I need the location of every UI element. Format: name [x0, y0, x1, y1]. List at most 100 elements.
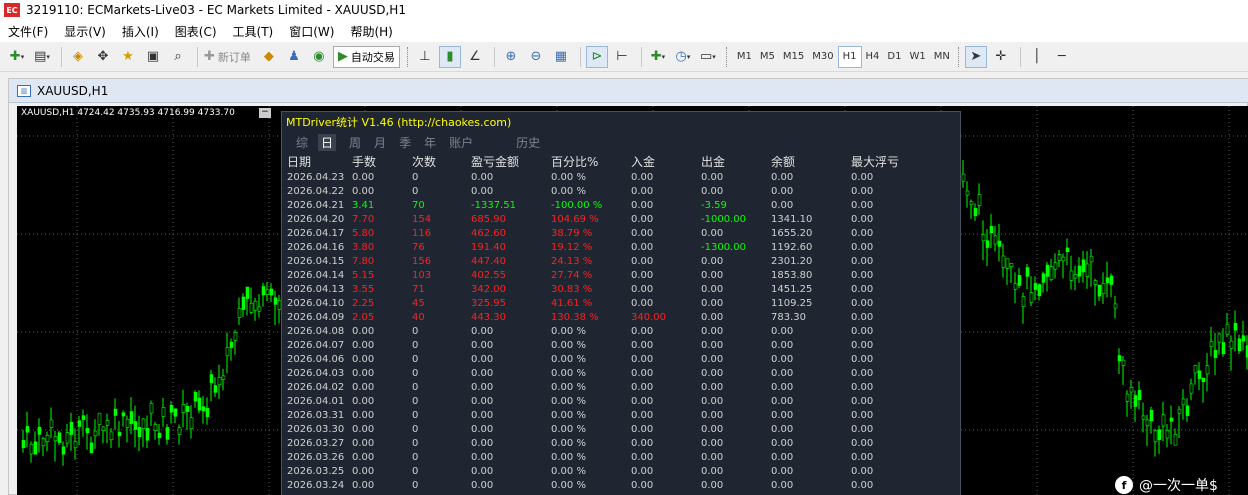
- candle-body: [1133, 395, 1138, 407]
- table-cell: 0.00: [701, 185, 724, 197]
- menu-window[interactable]: 窗口(W): [281, 23, 342, 40]
- table-cell: 0.00: [701, 479, 724, 491]
- market-watch-icon[interactable]: ◈: [67, 46, 89, 68]
- data-window-icon[interactable]: ✥: [92, 46, 114, 68]
- candle-body: [113, 408, 118, 416]
- timeframe-d1[interactable]: D1: [883, 46, 905, 68]
- timeframe-w1[interactable]: W1: [905, 46, 929, 68]
- tab-summary[interactable]: 综: [296, 134, 308, 151]
- candle-body: [1125, 393, 1130, 402]
- auto-scroll-icon[interactable]: ⊳: [585, 45, 608, 68]
- candle-body: [145, 428, 150, 441]
- table-row: 2026.03.30 0.00 0 0.00 0.00 % 0.00 0.00 0.00 0.0…: [282, 422, 960, 436]
- table-cell: 0.00: [771, 479, 794, 491]
- tab-account[interactable]: 账户: [449, 134, 473, 151]
- table-header: 日期 手数 次数 盈亏金额 百分比% 入金 出金 余额 最大浮亏: [282, 152, 960, 170]
- metaeditor-icon[interactable]: ◆: [258, 46, 280, 68]
- tab-monthly[interactable]: 月: [374, 134, 386, 151]
- timeframe-h4[interactable]: H4: [862, 46, 884, 68]
- toolbar-grip: [957, 46, 961, 67]
- line-chart-icon[interactable]: ∠: [464, 46, 486, 68]
- tile-windows-icon[interactable]: ▦: [550, 46, 572, 68]
- table-cell: 0: [412, 353, 419, 365]
- menu-tools[interactable]: 工具(T): [225, 23, 282, 40]
- candle-body: [1029, 292, 1034, 303]
- table-cell: 0.00 %: [551, 171, 586, 183]
- candle-body: [1013, 283, 1018, 290]
- tab-yearly[interactable]: 年: [424, 134, 436, 151]
- strategy-tester-icon[interactable]: ⌕: [167, 46, 189, 68]
- zoom-in-icon[interactable]: ⊕: [500, 46, 522, 68]
- periods-icon[interactable]: ◷ ▾: [672, 46, 694, 68]
- menu-insert[interactable]: 插入(I): [114, 23, 167, 40]
- candle-body: [1033, 283, 1038, 290]
- candle-body: [49, 419, 54, 428]
- timeframe-mn[interactable]: MN: [930, 46, 954, 68]
- tab-quarterly[interactable]: 季: [399, 134, 411, 151]
- new-order-button[interactable]: ✚ 新订单: [203, 46, 255, 68]
- crosshair-icon[interactable]: ✛: [990, 46, 1012, 68]
- bar-chart-icon[interactable]: ⊥: [414, 46, 436, 68]
- candle-body: [1157, 429, 1162, 441]
- menu-help[interactable]: 帮助(H): [342, 23, 400, 40]
- candle-body: [989, 226, 994, 234]
- menu-file[interactable]: 文件(F): [0, 23, 56, 40]
- horizontal-line-icon[interactable]: ─: [1051, 46, 1073, 68]
- table-row: 2026.03.25 0.00 0 0.00 0.00 % 0.00 0.00 0.00 0.0…: [282, 464, 960, 478]
- candle-body: [981, 234, 986, 242]
- app-logo-icon: EC: [4, 3, 20, 17]
- timeframe-m15[interactable]: M15: [779, 46, 808, 68]
- new-chart-icon[interactable]: ✚ ▾: [6, 46, 28, 68]
- table-cell: 41.61 %: [551, 297, 593, 309]
- timeframe-h1[interactable]: H1: [837, 45, 862, 68]
- table-row: 2026.04.14 5.15 103 402.55 27.74 % 0.00 0.00 18…: [282, 268, 960, 282]
- table-cell: 0.00: [631, 367, 654, 379]
- timeframe-m30[interactable]: M30: [808, 46, 837, 68]
- table-row: 2026.04.09 2.05 40 443.30 130.38 % 340.00 0.00…: [282, 310, 960, 324]
- column-header: 日期: [287, 154, 312, 169]
- candlestick-icon[interactable]: ▮: [438, 45, 461, 68]
- table-cell: 3.55: [352, 283, 375, 295]
- candle-body: [201, 406, 206, 412]
- table-row: 2026.04.13 3.55 71 342.00 30.83 % 0.00 0.00 145…: [282, 282, 960, 296]
- vertical-line-icon[interactable]: │: [1026, 46, 1048, 68]
- navigator-icon[interactable]: ★: [117, 46, 139, 68]
- table-row: 2026.03.31 0.00 0 0.00 0.00 % 0.00 0.00 0.00 0.0…: [282, 408, 960, 422]
- table-cell: 0.00: [631, 241, 654, 253]
- radio-icon[interactable]: ◉: [308, 46, 330, 68]
- candle-body: [1049, 266, 1054, 280]
- chart-window-title: XAUUSD,H1: [37, 83, 109, 98]
- chart-shift-icon[interactable]: ⊢: [611, 46, 633, 68]
- templates-icon[interactable]: ▭ ▾: [697, 46, 719, 68]
- auto-trading-button[interactable]: ▶ 自动交易: [332, 45, 400, 68]
- table-cell: 0.00: [631, 185, 654, 197]
- tab-history[interactable]: 历史: [516, 134, 540, 151]
- timeframe-m1[interactable]: M1: [733, 46, 756, 68]
- chart-window-tab[interactable]: ▥ XAUUSD,H1: [9, 79, 1248, 103]
- table-cell: 402.55: [471, 269, 506, 281]
- panel-collapse-button[interactable]: −: [259, 108, 271, 118]
- timeframe-m5[interactable]: M5: [756, 46, 779, 68]
- table-cell: 0.00: [471, 451, 494, 463]
- candle-body: [33, 441, 38, 455]
- table-cell: 0.00: [771, 451, 794, 463]
- table-cell: 0.00: [771, 185, 794, 197]
- candle-body: [1109, 275, 1114, 285]
- terminal-icon[interactable]: ▣: [142, 46, 164, 68]
- menu-charts[interactable]: 图表(C): [167, 23, 225, 40]
- tab-weekly[interactable]: 周: [349, 134, 361, 151]
- table-cell: 0.00: [851, 255, 874, 267]
- price-chart[interactable]: XAUUSD,H1 4724.42 4735.93 4716.99 4733.7…: [17, 106, 1248, 495]
- candle-body: [149, 403, 154, 414]
- zoom-out-icon[interactable]: ⊖: [525, 46, 547, 68]
- table-cell: 0.00: [771, 367, 794, 379]
- tab-daily[interactable]: 日: [318, 133, 337, 151]
- indicators-icon[interactable]: ✚ ▾: [647, 46, 669, 68]
- table-cell: 0.00: [352, 367, 375, 379]
- menu-view[interactable]: 显示(V): [56, 23, 114, 40]
- table-cell: 154: [412, 213, 432, 225]
- table-cell: 0.00: [851, 409, 874, 421]
- cursor-icon[interactable]: ➤: [964, 45, 987, 68]
- signals-icon[interactable]: ♟: [283, 46, 305, 68]
- profiles-icon[interactable]: ▤ ▾: [31, 46, 53, 68]
